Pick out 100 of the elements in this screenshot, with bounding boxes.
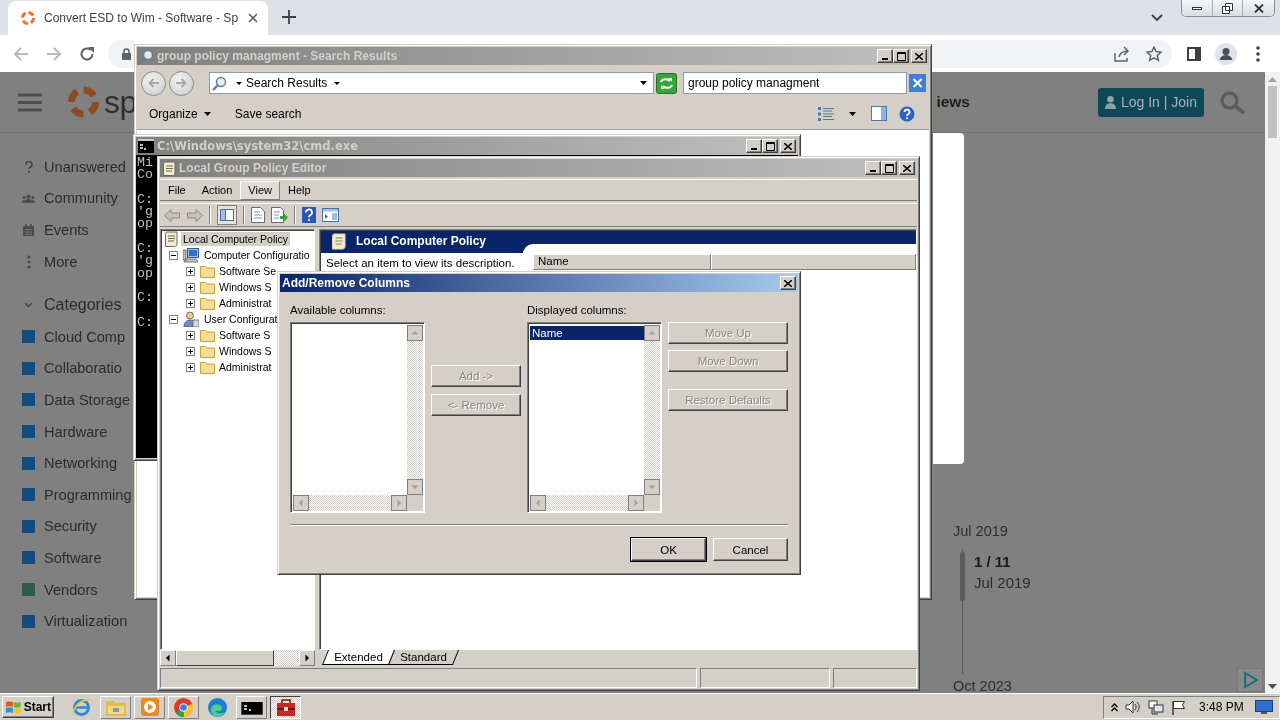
close-icon[interactable] — [909, 74, 926, 92]
view-list-icon[interactable] — [818, 105, 834, 122]
menu-item[interactable]: Action — [193, 180, 241, 200]
minimize-button[interactable] — [1182, 0, 1212, 16]
horizontal-scrollbar[interactable] — [160, 650, 315, 666]
category-link[interactable]: Hardware — [44, 423, 108, 440]
address-field[interactable]: Search Results — [209, 72, 654, 94]
sidebar-link[interactable]: More — [44, 253, 78, 270]
close-button[interactable] — [1242, 0, 1274, 16]
speaker-icon[interactable] — [1125, 700, 1141, 714]
plus-icon[interactable] — [186, 298, 195, 308]
category-link[interactable]: Collaboratio — [44, 360, 122, 377]
organize-button[interactable]: Organize — [149, 103, 211, 124]
caret-icon[interactable] — [334, 81, 341, 85]
timeline-track[interactable] — [960, 549, 965, 674]
sidebar-link[interactable]: Community — [44, 190, 118, 207]
column-header[interactable] — [711, 254, 916, 270]
caret-icon[interactable] — [236, 81, 242, 85]
breadcrumb-item[interactable]: Search Results — [246, 76, 328, 90]
tree-item[interactable]: Administrat — [218, 360, 273, 374]
list-item[interactable]: Name — [530, 326, 644, 340]
scrollbar[interactable] — [1265, 72, 1280, 694]
menu-item[interactable]: View — [240, 180, 280, 200]
ok-button[interactable]: OK — [631, 538, 706, 561]
category-link[interactable]: Virtualization — [44, 613, 128, 630]
two-screens-icon[interactable] — [1148, 699, 1164, 715]
start-button[interactable]: Start — [2, 696, 54, 718]
tree-item[interactable]: Administrat — [218, 296, 273, 310]
timeline-thumb[interactable] — [960, 552, 965, 601]
help-icon[interactable] — [899, 105, 915, 122]
tree-item[interactable]: Local Computer Policy — [181, 232, 291, 246]
plus-icon[interactable] — [186, 346, 195, 356]
plus-icon[interactable] — [186, 362, 195, 372]
section-heading[interactable]: Categories — [44, 296, 122, 315]
kebab-menu-icon[interactable] — [1256, 45, 1260, 62]
tree-item[interactable]: Windows S — [218, 344, 273, 358]
menu-item[interactable]: File — [160, 180, 194, 200]
vertical-scrollbar[interactable] — [644, 325, 660, 495]
address-field[interactable] — [108, 39, 134, 68]
refresh-icon[interactable] — [656, 72, 677, 94]
tree-pane-icon[interactable] — [217, 205, 237, 225]
flag-icon[interactable] — [1171, 699, 1186, 715]
plus-icon[interactable] — [186, 282, 195, 292]
avatar-icon[interactable] — [1215, 42, 1237, 65]
help-icon[interactable] — [302, 207, 316, 223]
category-link[interactable]: Vendors — [44, 581, 98, 598]
view-tab[interactable]: Extended — [321, 650, 395, 665]
plus-icon[interactable] — [186, 266, 195, 276]
save-search-button[interactable]: Save search — [234, 103, 302, 124]
plus-icon[interactable] — [186, 330, 195, 340]
side-panel-icon[interactable] — [1187, 46, 1201, 61]
category-link[interactable]: Networking — [44, 455, 117, 472]
tree-item[interactable]: Software Se — [218, 264, 278, 278]
vertical-scrollbar[interactable] — [407, 325, 423, 495]
reload-icon[interactable] — [79, 45, 95, 62]
restore-button[interactable] — [1212, 0, 1242, 16]
search-field[interactable]: group policy managment — [683, 72, 907, 94]
tree-item[interactable]: Computer Configuratio — [203, 248, 311, 262]
chevron-up-icon[interactable] — [1111, 702, 1118, 712]
scrollbar-thumb[interactable] — [1268, 86, 1277, 138]
category-link[interactable]: Security — [44, 518, 97, 535]
export-list-icon[interactable] — [271, 207, 288, 223]
tree-item[interactable]: Windows S — [218, 280, 273, 294]
menu-item[interactable]: Help — [279, 180, 319, 200]
sidebar-link[interactable]: Unanswered — [44, 158, 126, 175]
caret-icon[interactable] — [849, 111, 856, 116]
login-button[interactable]: Log In | Join — [1098, 87, 1204, 117]
tree-item[interactable]: Software S — [218, 328, 272, 342]
left-arrow-icon[interactable] — [160, 650, 176, 666]
category-link[interactable]: Data Storage — [44, 391, 130, 408]
down-arrow-icon[interactable] — [1268, 684, 1277, 689]
taskbar-button[interactable] — [270, 695, 301, 719]
minus-icon[interactable] — [169, 250, 178, 260]
close-icon[interactable] — [248, 13, 259, 23]
star-icon[interactable] — [1146, 45, 1162, 62]
category-link[interactable]: Cloud Comp — [44, 328, 126, 345]
browser-tab[interactable]: Convert ESD to Wim - Software - Sp — [8, 1, 269, 35]
clock[interactable]: 3:48 PM — [1199, 700, 1244, 714]
preview-pane-icon[interactable] — [871, 106, 887, 121]
minus-icon[interactable] — [169, 314, 178, 324]
document-icon[interactable] — [251, 207, 265, 223]
sidebar-link[interactable]: Events — [44, 222, 89, 238]
right-arrow-icon[interactable] — [299, 650, 315, 666]
category-link[interactable]: Programming — [44, 486, 132, 503]
panel-icon[interactable] — [322, 208, 339, 222]
monitor-icon[interactable] — [1254, 700, 1273, 714]
dropdown-arrow-icon[interactable] — [640, 81, 647, 85]
cancel-button[interactable]: Cancel — [713, 538, 788, 561]
share-icon[interactable] — [1114, 45, 1130, 62]
view-tab[interactable]: Standard — [387, 650, 459, 665]
tree-item[interactable]: User Configurat — [203, 312, 279, 326]
category-link[interactable]: Software — [44, 549, 102, 566]
address-field[interactable] — [932, 39, 1172, 68]
column-header[interactable]: Name — [533, 254, 711, 270]
list-box[interactable] — [290, 322, 425, 513]
list-box[interactable]: Name — [527, 322, 662, 513]
scrollbar-thumb[interactable] — [176, 650, 274, 666]
chevron-down-icon[interactable] — [1151, 14, 1163, 22]
plus-icon[interactable] — [282, 10, 297, 24]
nav-link[interactable]: iews — [936, 93, 970, 111]
